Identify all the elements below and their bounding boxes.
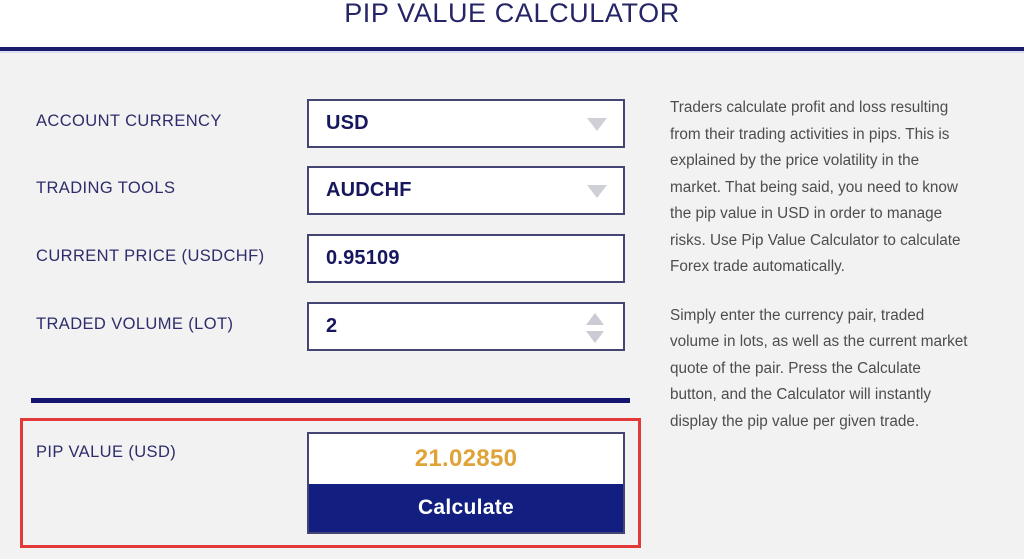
chevron-down-icon[interactable] xyxy=(587,185,607,198)
description-column: Traders calculate profit and loss result… xyxy=(670,95,970,457)
form-row-account-currency: ACCOUNT CURRENCY USD xyxy=(0,99,650,149)
account-currency-select[interactable]: USD xyxy=(307,99,625,148)
page-title: PIP VALUE CALCULATOR xyxy=(344,0,680,28)
calculate-button[interactable]: Calculate xyxy=(309,484,623,532)
traded-volume-value: 2 xyxy=(326,315,338,337)
description-paragraph-2: Simply enter the currency pair, traded v… xyxy=(670,306,968,430)
description-paragraph-1: Traders calculate profit and loss result… xyxy=(670,99,961,275)
traded-volume-stepper[interactable]: 2 xyxy=(307,302,625,351)
spinner-down-icon[interactable] xyxy=(586,331,604,343)
pip-value-result-group: 21.02850 Calculate xyxy=(307,432,625,534)
current-price-input[interactable]: 0.95109 xyxy=(307,234,625,283)
label-current-price: CURRENT PRICE (USDCHF) xyxy=(36,247,265,265)
pip-value-output: 21.02850 xyxy=(309,434,623,484)
label-traded-volume: TRADED VOLUME (LOT) xyxy=(36,315,234,333)
page-header: PIP VALUE CALCULATOR xyxy=(0,0,1024,47)
calculator-panel: ACCOUNT CURRENCY USD TRADING TOOLS AUDCH… xyxy=(0,53,1024,559)
label-trading-tools: TRADING TOOLS xyxy=(36,179,176,197)
trading-tools-value: AUDCHF xyxy=(326,179,412,201)
form-row-trading-tools: TRADING TOOLS AUDCHF xyxy=(0,166,650,216)
label-pip-value: PIP VALUE (USD) xyxy=(36,443,177,461)
section-divider xyxy=(31,398,630,403)
current-price-value: 0.95109 xyxy=(326,247,400,269)
chevron-down-icon[interactable] xyxy=(587,118,607,131)
spinner-icon[interactable] xyxy=(586,313,604,343)
account-currency-value: USD xyxy=(326,112,369,134)
calculate-button-label: Calculate xyxy=(417,496,515,519)
form-row-current-price: CURRENT PRICE (USDCHF) 0.95109 xyxy=(0,234,650,284)
spinner-up-icon[interactable] xyxy=(586,313,604,325)
form-row-traded-volume: TRADED VOLUME (LOT) 2 xyxy=(0,302,650,352)
trading-tools-select[interactable]: AUDCHF xyxy=(307,166,625,215)
pip-value-amount: 21.02850 xyxy=(414,445,518,472)
header-divider xyxy=(0,47,1024,51)
calculator-form: ACCOUNT CURRENCY USD TRADING TOOLS AUDCH… xyxy=(0,53,650,373)
label-account-currency: ACCOUNT CURRENCY xyxy=(36,112,222,130)
